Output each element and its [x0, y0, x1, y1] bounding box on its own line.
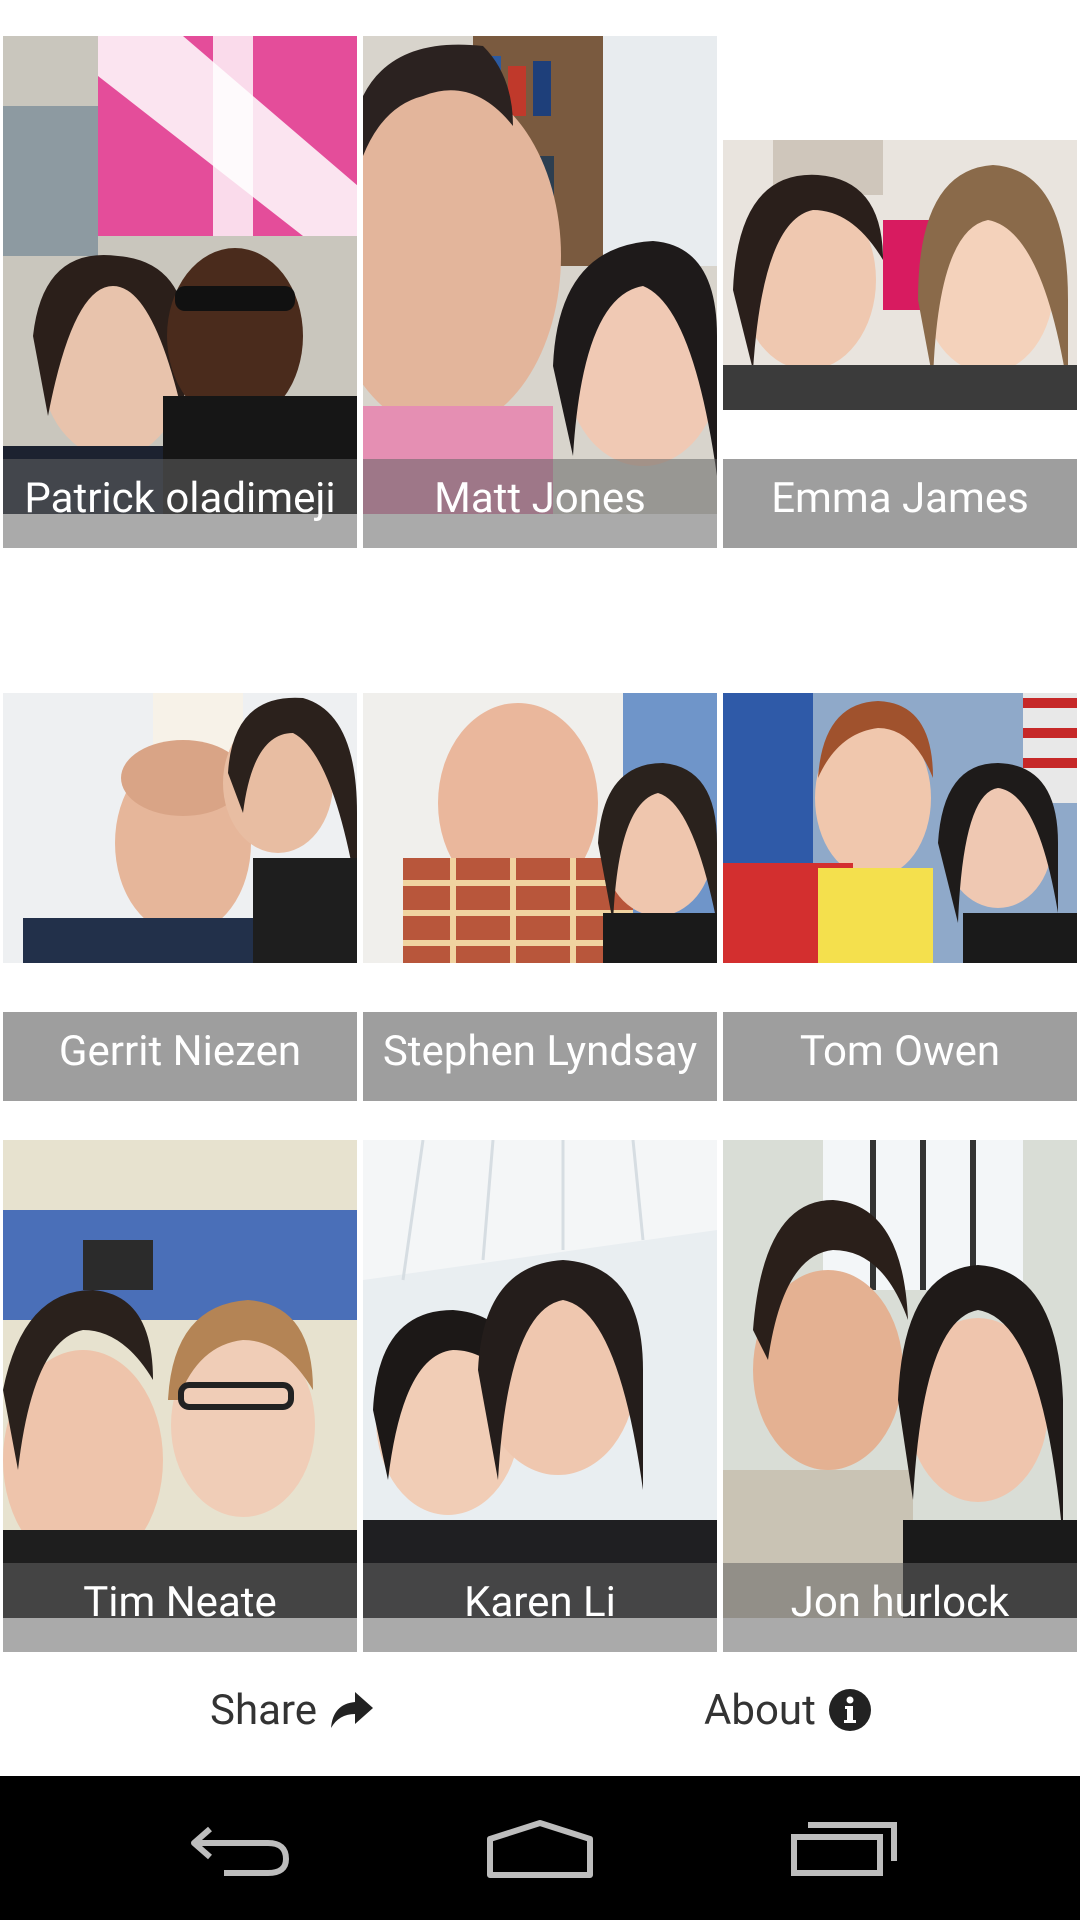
contact-name-bar: Tom Owen: [723, 1012, 1077, 1101]
contact-name: Karen Li: [464, 1577, 616, 1627]
back-icon: [191, 1826, 290, 1876]
contact-tile[interactable]: Patrick oladimeji: [3, 36, 357, 548]
contact-name: Gerrit Niezen: [58, 1026, 302, 1076]
contact-name-bar: Jon hurlock: [723, 1563, 1077, 1652]
contact-name: Jon hurlock: [790, 1577, 1010, 1627]
contact-name: Stephen Lyndsay: [382, 1026, 698, 1076]
screen: Patrick oladimeji Matt Jones Emma James …: [0, 0, 1080, 1920]
contact-photo: [3, 36, 357, 514]
contact-name-bar: Stephen Lyndsay: [363, 1012, 717, 1101]
contact-name: Emma James: [771, 473, 1029, 523]
contact-name-bar: Gerrit Niezen: [3, 1012, 357, 1101]
recents-icon: [791, 1822, 897, 1876]
contact-name-bar: Patrick oladimeji: [3, 459, 357, 548]
share-label: Share: [210, 1685, 318, 1735]
contact-photo: [3, 1140, 357, 1618]
contact-name-bar: Matt Jones: [363, 459, 717, 548]
share-button[interactable]: Share: [210, 1660, 375, 1760]
back-button[interactable]: [170, 1804, 310, 1894]
system-navigation-bar: [0, 1776, 1080, 1920]
contact-tile[interactable]: Tim Neate: [3, 1140, 357, 1652]
recents-button[interactable]: [775, 1804, 915, 1894]
contact-name: Tim Neate: [83, 1577, 277, 1627]
contact-tile[interactable]: Jon hurlock: [723, 1140, 1077, 1652]
contact-photo: [363, 1140, 717, 1618]
contact-tile[interactable]: Tom Owen: [723, 693, 1077, 1101]
contact-photo: [363, 693, 717, 963]
contact-tile[interactable]: Emma James: [723, 140, 1077, 548]
contact-name-bar: Emma James: [723, 459, 1077, 548]
contact-photo: [723, 1140, 1077, 1618]
home-button[interactable]: [470, 1804, 610, 1894]
contact-photo: [723, 140, 1077, 410]
share-arrow-icon: [331, 1692, 374, 1728]
contact-photo: [723, 693, 1077, 963]
contact-name-bar: Tim Neate: [3, 1563, 357, 1652]
contact-name: Tom Owen: [799, 1026, 1001, 1076]
contact-tile[interactable]: Gerrit Niezen: [3, 693, 357, 1101]
contact-name: Matt Jones: [434, 473, 646, 523]
about-label: About: [704, 1685, 816, 1735]
home-icon: [487, 1820, 593, 1878]
contact-tile[interactable]: Karen Li: [363, 1140, 717, 1652]
contact-tile[interactable]: Stephen Lyndsay: [363, 693, 717, 1101]
contact-photo: [363, 36, 717, 514]
contact-tile[interactable]: Matt Jones: [363, 36, 717, 548]
contact-name: Patrick oladimeji: [24, 473, 336, 523]
contact-name-bar: Karen Li: [363, 1563, 717, 1652]
action-bar: Share About: [0, 1660, 1080, 1776]
info-icon: [828, 1689, 871, 1731]
about-button[interactable]: About: [704, 1660, 872, 1760]
contact-photo: [3, 693, 357, 963]
